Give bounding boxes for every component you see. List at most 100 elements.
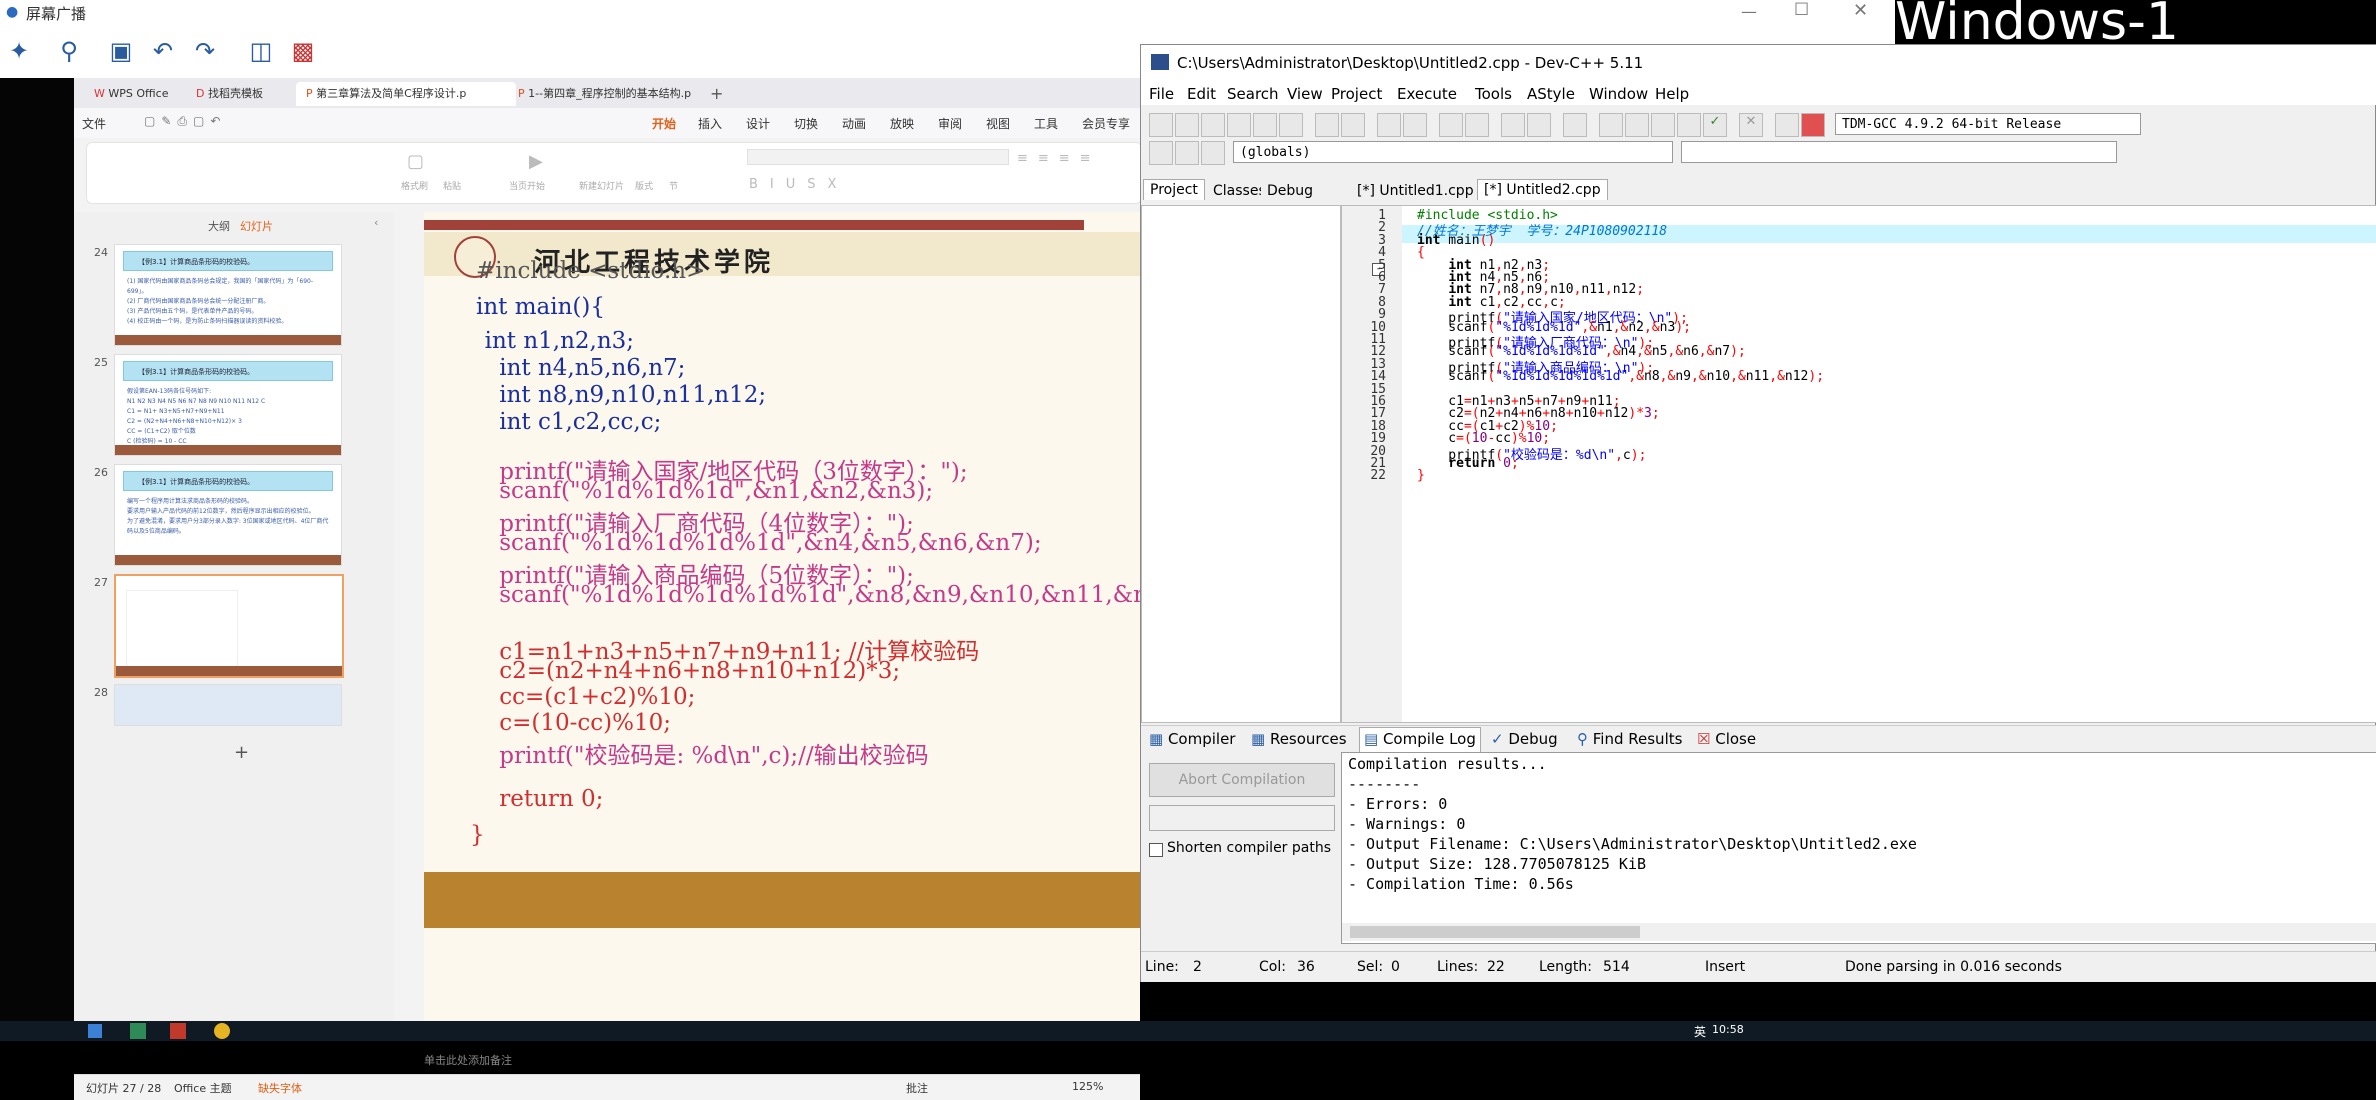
status-missing-font[interactable]: 缺失字体: [258, 1080, 302, 1096]
minimize-icon[interactable]: —: [1741, 2, 1757, 21]
bookmark-icon[interactable]: [1563, 113, 1587, 137]
taskbar-chrome-icon[interactable]: [214, 1023, 230, 1039]
slide-thumbnail-25[interactable]: 【例3.1】计算商品条形码的校验码。 假设第EAN-13码各位号码如下: N1 N…: [114, 354, 342, 456]
compiler-select[interactable]: TDM-GCC 4.9.2 64-bit Release: [1835, 113, 2141, 135]
menu-home[interactable]: 开始: [652, 115, 676, 132]
menu-file[interactable]: File: [1149, 85, 1174, 103]
maximize-icon[interactable]: ☐: [1794, 0, 1809, 20]
log-hscrollbar[interactable]: [1342, 923, 2376, 941]
tab-project[interactable]: Project: [1143, 179, 1205, 200]
run-icon[interactable]: [1625, 113, 1649, 137]
menu-edit[interactable]: Edit: [1187, 85, 1216, 103]
redo-icon[interactable]: [1341, 113, 1365, 137]
tab-chapter4[interactable]: P 1--第四章_程序控制的基本结构.p: [508, 82, 708, 106]
scroll-thumb[interactable]: [1350, 926, 1640, 938]
ribbon-new-slide[interactable]: 新建幻灯片: [579, 179, 624, 192]
scope-select[interactable]: (globals): [1233, 141, 1673, 163]
tab-chapter3[interactable]: P 第三章算法及简单C程序设计.p: [296, 82, 516, 106]
file-tab-untitled1[interactable]: [*] Untitled1.cpp: [1351, 181, 1480, 201]
new-file-icon[interactable]: [1149, 113, 1173, 137]
menu-member[interactable]: 会员专享: [1082, 115, 1130, 132]
menu-view[interactable]: 视图: [986, 115, 1010, 132]
panel-tab-outline[interactable]: 大纲: [208, 218, 230, 234]
file-tab-untitled2[interactable]: [*] Untitled2.cpp: [1477, 179, 1608, 200]
pin-icon[interactable]: ✦: [2, 34, 36, 68]
tab-resources[interactable]: ▦ Resources: [1251, 730, 1347, 748]
stop-icon[interactable]: ✕: [1739, 113, 1763, 137]
replace-icon[interactable]: [1403, 113, 1427, 137]
quick-access-icons[interactable]: ▢✎⎙▢↶: [144, 114, 226, 129]
menu-slideshow[interactable]: 放映: [890, 115, 914, 132]
ribbon-layout[interactable]: 版式: [635, 179, 653, 192]
tab-debug[interactable]: Debug: [1261, 181, 1320, 201]
find-icon[interactable]: [1377, 113, 1401, 137]
ribbon-paste[interactable]: 粘贴: [443, 179, 461, 192]
menu-transition[interactable]: 切换: [794, 115, 818, 132]
status-comments[interactable]: 批注: [906, 1080, 928, 1096]
undo-icon[interactable]: ↶: [146, 34, 180, 68]
back-icon[interactable]: [1501, 113, 1525, 137]
notes-hint[interactable]: 单击此处添加备注: [424, 1052, 512, 1068]
tab-wps-office[interactable]: W WPS Office: [84, 82, 178, 106]
ribbon-play-current[interactable]: 当页开始: [509, 179, 545, 192]
rebuild-icon[interactable]: [1677, 113, 1701, 137]
code-editor[interactable]: - 1 #include <stdio.h> 2//姓名：王梦宇 学号：24P108…: [1341, 205, 2376, 723]
collapse-panel-icon[interactable]: ‹: [374, 216, 378, 229]
menu-file[interactable]: 文件: [82, 115, 106, 132]
monitor-icon[interactable]: ▣: [104, 34, 138, 68]
print-icon[interactable]: [1279, 113, 1303, 137]
tab-close[interactable]: ☒ Close: [1697, 730, 1756, 748]
screen-share-icon[interactable]: ▩: [286, 34, 320, 68]
indent-icon[interactable]: [1439, 113, 1463, 137]
menu-design[interactable]: 设计: [746, 115, 770, 132]
compile-run-icon[interactable]: [1651, 113, 1675, 137]
tab-compiler[interactable]: ▦ Compiler: [1149, 730, 1235, 748]
taskbar-wps-icon[interactable]: [170, 1023, 186, 1039]
menu-astyle[interactable]: AStyle: [1527, 85, 1575, 103]
search-icon[interactable]: ⚲: [52, 34, 86, 68]
menu-tools[interactable]: Tools: [1475, 85, 1512, 103]
menu-animation[interactable]: 动画: [842, 115, 866, 132]
taskbar-app-icon[interactable]: [130, 1023, 146, 1039]
paragraph-buttons[interactable]: ≡≡≡≡: [1017, 151, 1101, 166]
menu-search[interactable]: Search: [1227, 85, 1279, 103]
save-icon[interactable]: [1201, 113, 1225, 137]
status-zoom[interactable]: 125%: [1072, 1080, 1103, 1093]
paste-icon[interactable]: ▢: [407, 151, 424, 172]
save-all-icon[interactable]: [1227, 113, 1251, 137]
menu-tools[interactable]: 工具: [1034, 115, 1058, 132]
font-style-buttons[interactable]: BIUSX: [749, 177, 848, 192]
ribbon-format-painter[interactable]: 格式刷: [401, 179, 428, 192]
menu-insert[interactable]: 插入: [698, 115, 722, 132]
undo-icon[interactable]: [1315, 113, 1339, 137]
menu-project[interactable]: Project: [1331, 85, 1382, 103]
camera-icon[interactable]: ◫: [244, 34, 278, 68]
close-icon[interactable]: ✕: [1853, 0, 1868, 21]
debug-icon[interactable]: [1801, 113, 1825, 137]
input-language[interactable]: 英: [1694, 1023, 1706, 1040]
profile-icon[interactable]: [1775, 113, 1799, 137]
add-slide-icon[interactable]: +: [234, 742, 249, 763]
open-icon[interactable]: [1175, 113, 1199, 137]
menu-execute[interactable]: Execute: [1397, 85, 1457, 103]
tab-templates[interactable]: D 找稻壳模板: [186, 82, 273, 106]
tab-debug-output[interactable]: ✓ Debug: [1491, 730, 1558, 748]
menu-window[interactable]: Window: [1589, 85, 1648, 103]
panel-tab-slides[interactable]: 幻灯片: [240, 218, 273, 234]
tab-find-results[interactable]: ⚲ Find Results: [1577, 730, 1682, 748]
menu-view[interactable]: View: [1287, 85, 1323, 103]
insert-icon[interactable]: [1201, 141, 1225, 165]
ribbon-section[interactable]: 节: [669, 179, 678, 192]
slide-thumbnail-24[interactable]: 【例3.1】计算商品条形码的校验码。 (1) 国家代码由国家商品条码总会规定，我…: [114, 244, 342, 346]
function-select[interactable]: [1681, 141, 2117, 163]
start-icon[interactable]: [88, 1024, 102, 1038]
new-tab-icon[interactable]: +: [710, 84, 723, 103]
menu-help[interactable]: Help: [1655, 85, 1689, 103]
goto-icon[interactable]: [1175, 141, 1199, 165]
check-icon[interactable]: ✓: [1703, 113, 1727, 137]
shorten-paths-checkbox[interactable]: [1149, 843, 1163, 857]
redo-icon[interactable]: ↷: [188, 34, 222, 68]
class-browser-icon[interactable]: [1149, 141, 1173, 165]
font-name-select[interactable]: [747, 149, 1009, 165]
close-file-icon[interactable]: [1253, 113, 1277, 137]
